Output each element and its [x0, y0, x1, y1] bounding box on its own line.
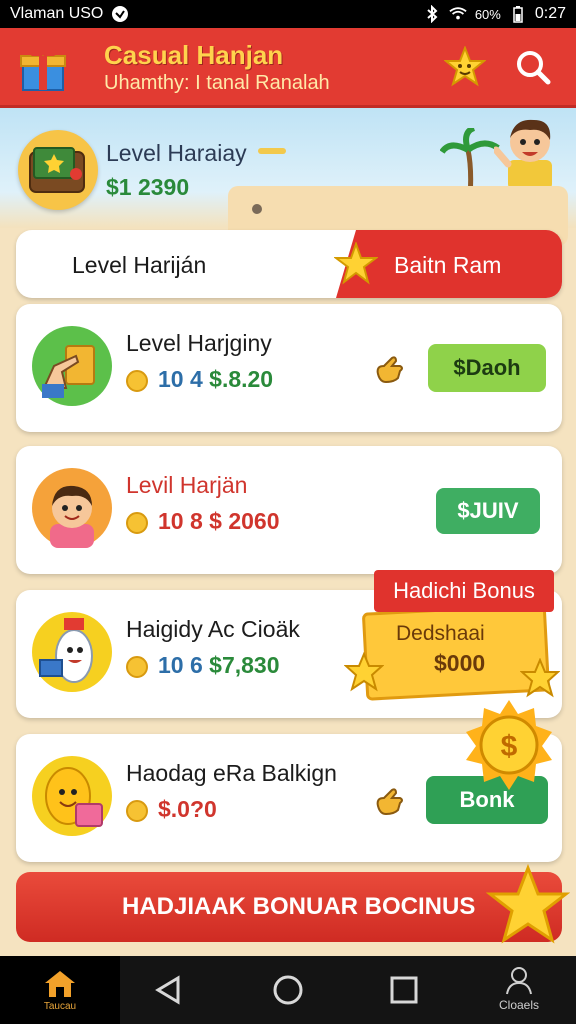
- wallet-icon: [18, 130, 98, 210]
- carrier-label: Vlaman USO: [10, 5, 104, 22]
- home-icon: [45, 970, 75, 997]
- level-name: Level Harjginy: [126, 330, 272, 356]
- star-icon: [333, 241, 379, 286]
- level-card[interactable]: Haodag eRa Balkign $.0?0 Bonk $: [16, 700, 562, 862]
- level-reward: 10 4 $.8.20: [158, 366, 273, 393]
- reward-count: 10 8: [158, 508, 203, 534]
- bonus-badge[interactable]: Hadichi Bonus Dedshaai $000: [344, 570, 560, 702]
- level-card[interactable]: Level Harjginy 10 4 $.8.20 $Daoh: [16, 304, 562, 432]
- reward-money: $.8.20: [209, 366, 274, 392]
- board-dot: [252, 204, 262, 214]
- kid-avatar-icon: [32, 468, 112, 548]
- nav-profile[interactable]: Cloaels: [484, 966, 554, 1020]
- app-title: Casual Hanjan: [104, 40, 284, 70]
- status-bar: Vlaman USO 60% 0:27: [0, 0, 576, 28]
- level-name: Levil Harjän: [126, 472, 248, 498]
- boy-mascot-icon: [492, 110, 566, 190]
- bonus-line2: $000: [434, 650, 486, 676]
- bluetooth-icon: [423, 5, 441, 23]
- back-icon[interactable]: [150, 970, 190, 1010]
- gift-icon[interactable]: [18, 42, 68, 92]
- bottom-nav: Taucau Cloaels: [0, 956, 576, 1024]
- level-reward: 10 8 $ 2060: [158, 508, 280, 535]
- recents-icon[interactable]: [384, 970, 424, 1010]
- star-icon[interactable]: [443, 45, 487, 88]
- mango-character-icon: [32, 756, 112, 836]
- decoration-dash: [258, 148, 286, 154]
- pointing-hand-icon: [372, 784, 406, 818]
- reward-money: $ 2060: [209, 508, 280, 534]
- level-reward: $.0?0: [158, 796, 217, 823]
- star-icon: [520, 658, 560, 698]
- collect-button[interactable]: $Daoh: [428, 344, 546, 392]
- coin-icon: [126, 512, 148, 534]
- app-header: Casual Hanjan Uhamthy: I tanal Ranalah: [0, 28, 576, 108]
- nav-profile-label: Cloaels: [498, 998, 540, 1012]
- level-name: Haigidy Ac Cioäk: [126, 616, 300, 642]
- hand-tablet-icon: [32, 326, 112, 406]
- star-icon: [486, 864, 570, 944]
- clock: 0:27: [534, 5, 566, 22]
- bonus-line1: Dedshaai: [396, 622, 485, 645]
- user-icon: [506, 967, 532, 995]
- battery-icon: [509, 5, 527, 23]
- battery-percent: 60%: [474, 6, 501, 22]
- nav-home-label: Taucau: [43, 1000, 77, 1012]
- level-reward: 10 6 $7,830: [158, 652, 280, 679]
- bonus-bar-button[interactable]: HADJIAAK BONUAR BOCINUS: [16, 864, 570, 944]
- banner-amount: $1 2390: [106, 174, 190, 200]
- wifi-icon: [449, 5, 467, 23]
- search-icon[interactable]: [512, 46, 554, 88]
- mascot-card-icon: [32, 612, 112, 692]
- notification-icon: [111, 5, 129, 23]
- tab-level[interactable]: Level Hariján: [72, 252, 206, 279]
- coin-icon: [126, 370, 148, 392]
- nav-home[interactable]: Taucau: [0, 956, 120, 1024]
- tab-bonus[interactable]: Baitn Ram: [394, 252, 501, 279]
- reward-money: $.0?0: [158, 796, 217, 822]
- svg-text:$: $: [501, 730, 518, 763]
- level-card[interactable]: Levil Harjän 10 8 $ 2060 $JUIV: [16, 446, 562, 574]
- coin-icon: [126, 800, 148, 822]
- coin-icon: [126, 656, 148, 678]
- banner-level: Level Haraiay: [106, 140, 247, 166]
- reward-money: $7,830: [209, 652, 280, 678]
- tab-bar: Level Hariján Baitn Ram: [16, 230, 562, 298]
- level-name: Haodag eRa Balkign: [126, 760, 337, 786]
- claim-button[interactable]: $JUIV: [436, 488, 540, 534]
- bonus-bar-label: HADJIAAK BONUAR BOCINUS: [122, 893, 476, 920]
- bonus-title: Hadichi Bonus: [374, 570, 554, 612]
- pointing-hand-icon: [372, 352, 406, 386]
- app-subtitle: Uhamthy: I tanal Ranalah: [104, 72, 330, 94]
- star-icon: [344, 652, 384, 692]
- reward-count: 10 4: [158, 366, 203, 392]
- home-circle-icon[interactable]: [268, 970, 308, 1010]
- reward-count: 10 6: [158, 652, 203, 678]
- gold-coin-icon: $: [466, 700, 552, 790]
